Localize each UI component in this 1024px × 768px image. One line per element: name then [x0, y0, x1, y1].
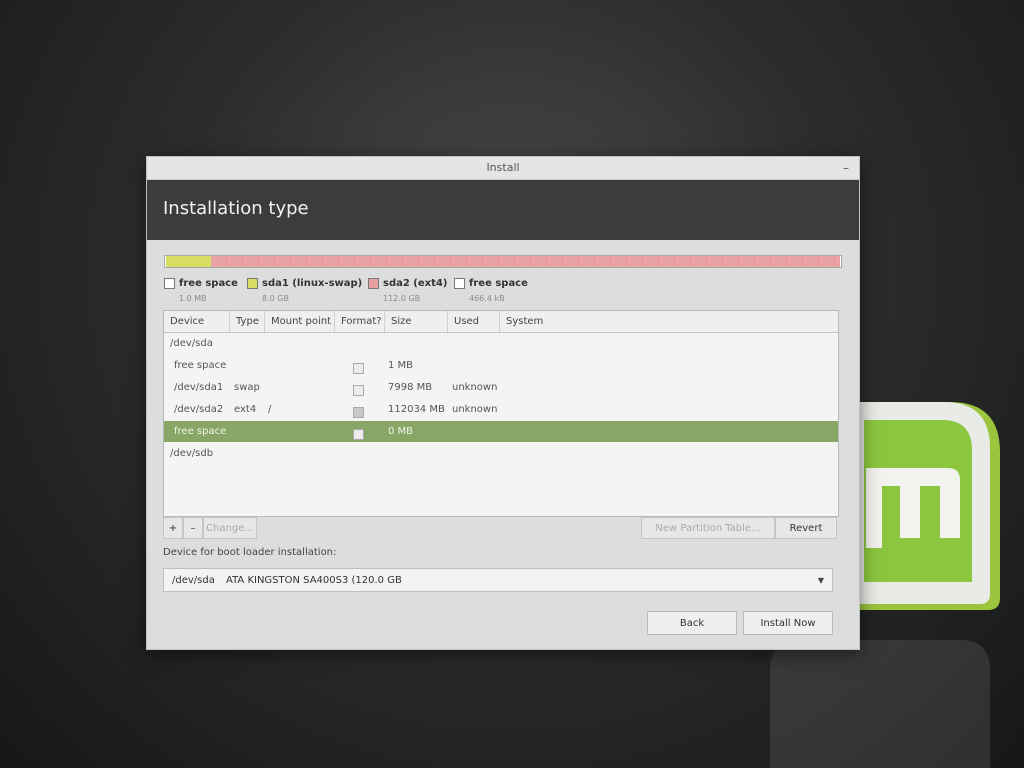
- partbar-free-space-2: [840, 256, 841, 267]
- cell-device: /dev/sdb: [170, 448, 214, 459]
- partbar-sda2: [211, 256, 840, 267]
- legend-swatch-free-space: [454, 278, 465, 289]
- column-header-type[interactable]: Type: [230, 311, 265, 332]
- window-title: Install: [486, 161, 520, 174]
- table-row[interactable]: /dev/sdb: [164, 443, 838, 464]
- cell-type: ext4: [234, 404, 257, 415]
- linux-mint-logo-reflection: [770, 640, 990, 768]
- boot-loader-device-select[interactable]: /dev/sda ATA KINGSTON SA400S3 (120.0 GB …: [163, 568, 833, 592]
- table-row[interactable]: /dev/sda: [164, 333, 838, 354]
- page-header: Installation type: [147, 180, 859, 240]
- add-partition-button[interactable]: +: [163, 517, 183, 539]
- cell-type: swap: [234, 382, 260, 393]
- cell-device: /dev/sda: [170, 338, 213, 349]
- legend-name: free space: [179, 278, 238, 289]
- legend-item: sda1 (linux-swap) 8.0 GB: [247, 273, 362, 303]
- format-checkbox[interactable]: [353, 428, 364, 440]
- boot-device-description: ATA KINGSTON SA400S3 (120.0 GB: [226, 575, 402, 586]
- change-partition-button[interactable]: Change...: [203, 517, 257, 539]
- table-row[interactable]: free space 1 MB: [164, 355, 838, 376]
- cell-size: 112034 MB: [388, 404, 445, 415]
- column-header-format[interactable]: Format?: [335, 311, 385, 332]
- cell-device: free space: [174, 360, 227, 371]
- legend-size: 8.0 GB: [262, 294, 289, 303]
- partition-legend: free space 1.0 MB sda1 (linux-swap) 8.0 …: [164, 273, 844, 303]
- legend-name: sda1 (linux-swap): [262, 278, 363, 289]
- table-row[interactable]: /dev/sda1 swap 7998 MB unknown: [164, 377, 838, 398]
- column-header-size[interactable]: Size: [385, 311, 448, 332]
- column-header-device[interactable]: Device: [164, 311, 230, 332]
- legend-name: sda2 (ext4): [383, 278, 448, 289]
- cell-used: unknown: [452, 404, 498, 415]
- table-row[interactable]: /dev/sda2 ext4 / 112034 MB unknown: [164, 399, 838, 420]
- dropdown-arrow-icon: ▼: [817, 576, 824, 585]
- boot-loader-label: Device for boot loader installation:: [163, 547, 337, 558]
- partition-button-bar: + – Change... New Partition Table... Rev…: [163, 517, 837, 541]
- cell-device: free space: [174, 426, 227, 437]
- legend-size: 466.4 kB: [469, 294, 505, 303]
- minimize-button[interactable]: –: [843, 157, 849, 179]
- legend-item: sda2 (ext4) 112.0 GB: [368, 273, 447, 303]
- legend-name: free space: [469, 278, 528, 289]
- table-header: Device Type Mount point Format? Size Use…: [164, 311, 838, 333]
- cell-size: 7998 MB: [388, 382, 433, 393]
- cell-used: unknown: [452, 382, 498, 393]
- partition-table: Device Type Mount point Format? Size Use…: [163, 310, 839, 517]
- partbar-sda1: [166, 256, 211, 267]
- legend-swatch-sda1: [247, 278, 258, 289]
- column-header-system[interactable]: System: [500, 311, 838, 332]
- remove-partition-button[interactable]: –: [183, 517, 203, 539]
- cell-device: /dev/sda1: [174, 382, 224, 393]
- format-checkbox[interactable]: [353, 406, 364, 418]
- legend-item: free space 1.0 MB: [164, 273, 238, 303]
- install-now-button[interactable]: Install Now: [743, 611, 833, 635]
- column-header-used[interactable]: Used: [448, 311, 500, 332]
- cell-size: 0 MB: [388, 426, 414, 437]
- back-button[interactable]: Back: [647, 611, 737, 635]
- install-window: Install – Installation type free space 1…: [146, 156, 860, 650]
- format-checkbox[interactable]: [353, 362, 364, 374]
- cell-size: 1 MB: [388, 360, 414, 371]
- page-title: Installation type: [163, 198, 309, 219]
- legend-size: 1.0 MB: [179, 294, 207, 303]
- boot-device-path: /dev/sda: [172, 575, 215, 586]
- format-checkbox[interactable]: [353, 384, 364, 396]
- legend-item: free space 466.4 kB: [454, 273, 528, 303]
- window-titlebar: Install –: [147, 157, 859, 180]
- column-header-mount-point[interactable]: Mount point: [265, 311, 335, 332]
- table-row-selected[interactable]: free space 0 MB: [164, 421, 838, 442]
- cell-mount-point: /: [268, 404, 272, 415]
- legend-size: 112.0 GB: [383, 294, 421, 303]
- linux-mint-logo: [844, 402, 1000, 610]
- new-partition-table-button[interactable]: New Partition Table...: [641, 517, 775, 539]
- revert-button[interactable]: Revert: [775, 517, 837, 539]
- legend-swatch-sda2: [368, 278, 379, 289]
- cell-device: /dev/sda2: [174, 404, 224, 415]
- legend-swatch-free-space: [164, 278, 175, 289]
- partition-usage-bar: [164, 255, 842, 268]
